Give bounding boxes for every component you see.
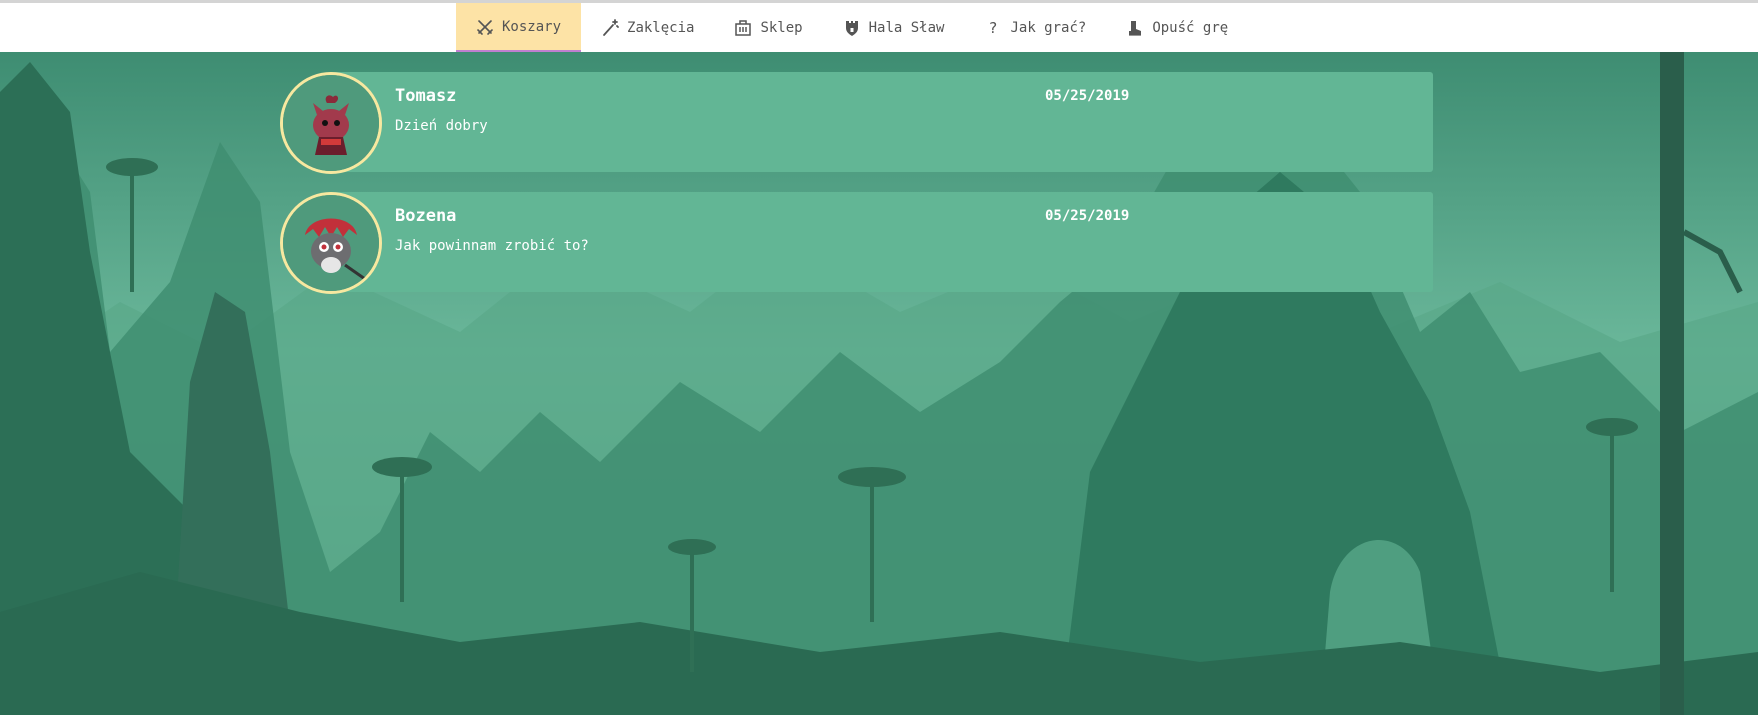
nav-item-koszary[interactable]: Koszary bbox=[456, 3, 582, 52]
magic-wand-icon bbox=[601, 18, 619, 37]
nav-item-label: Zaklęcia bbox=[627, 19, 695, 36]
nav-item-opusc-gre[interactable]: Opuść grę bbox=[1106, 3, 1248, 52]
message-card bbox=[328, 72, 1433, 172]
svg-text:?: ? bbox=[989, 19, 998, 37]
nav-item-label: Sklep bbox=[760, 19, 803, 36]
nav-item-label: Hala Sław bbox=[868, 19, 945, 36]
nav-item-sklep[interactable]: Sklep bbox=[714, 3, 822, 52]
nav-item-jak-grac[interactable]: ? Jak grać? bbox=[964, 3, 1106, 52]
message-date: 05/25/2019 bbox=[1045, 208, 1130, 224]
nav-item-hala-slaw[interactable]: Hala Sław bbox=[823, 3, 965, 52]
nav-list: Koszary Zaklęcia Sklep Hala Sław ? Jak g… bbox=[456, 3, 1248, 52]
exit-boot-icon bbox=[1126, 19, 1144, 37]
message-list: Tomasz 05/25/2019 Dzień dobry Bozena 05/… bbox=[280, 72, 1433, 312]
nav-item-label: Koszary bbox=[502, 18, 562, 35]
message-author: Tomasz bbox=[395, 86, 457, 106]
message-item: Tomasz 05/25/2019 Dzień dobry bbox=[280, 72, 1433, 174]
shop-icon bbox=[734, 19, 752, 37]
red-fox-character-avatar bbox=[280, 72, 382, 174]
nav-item-zaklecia[interactable]: Zaklęcia bbox=[581, 3, 714, 52]
grey-mole-character-avatar bbox=[280, 192, 382, 294]
nav-item-label: Opuść grę bbox=[1152, 19, 1229, 36]
castle-tower-icon bbox=[843, 19, 861, 37]
top-navigation: Koszary Zaklęcia Sklep Hala Sław ? Jak g… bbox=[0, 0, 1758, 52]
nav-item-label: Jak grać? bbox=[1010, 19, 1087, 36]
message-item: Bozena 05/25/2019 Jak powinnam zrobić to… bbox=[280, 192, 1433, 294]
message-date: 05/25/2019 bbox=[1045, 88, 1130, 104]
crossed-swords-icon bbox=[476, 18, 494, 36]
message-author: Bozena bbox=[395, 206, 457, 226]
message-text: Jak powinnam zrobić to? bbox=[395, 238, 589, 254]
message-text: Dzień dobry bbox=[395, 118, 488, 134]
question-icon: ? bbox=[984, 19, 1002, 37]
